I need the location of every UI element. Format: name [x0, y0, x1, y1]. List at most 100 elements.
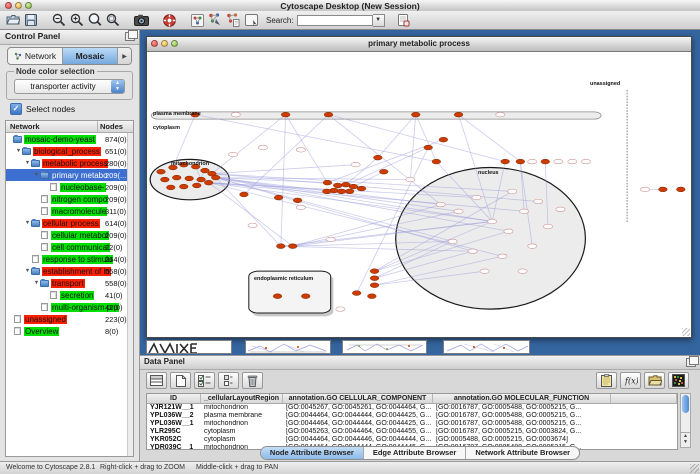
minimized-window-thumbnail[interactable]	[342, 340, 427, 354]
attribute-table[interactable]: ID_cellularLayoutRegionannotation.GO CEL…	[146, 393, 678, 450]
tab-node-attribute-browser[interactable]: Node Attribute Browser	[261, 447, 364, 459]
network-node-unselected[interactable]	[336, 307, 345, 311]
network-node-unselected[interactable]	[504, 229, 513, 233]
expander-icon[interactable]: ▼	[24, 220, 31, 226]
network-node[interactable]	[432, 159, 441, 164]
network-node[interactable]	[157, 169, 166, 174]
notepad-icon[interactable]	[596, 372, 617, 389]
select-attributes-icon[interactable]	[194, 372, 215, 389]
network-node-unselected[interactable]	[528, 244, 537, 248]
zoom-fit-icon[interactable]	[104, 12, 122, 28]
network-node[interactable]	[352, 291, 361, 296]
select-nodes-checkbox[interactable]: ✓	[10, 103, 22, 115]
new-attribute-icon[interactable]	[170, 372, 191, 389]
tab-overflow-arrow[interactable]: ▶	[118, 48, 131, 64]
import-folder-icon[interactable]	[644, 372, 665, 389]
network-node[interactable]	[357, 186, 366, 191]
network-node[interactable]	[516, 159, 525, 164]
scrollbar-thumb[interactable]	[682, 395, 689, 413]
network-node-unselected[interactable]	[508, 189, 517, 193]
network-node-unselected[interactable]	[248, 223, 257, 227]
network-node-unselected[interactable]	[543, 224, 552, 228]
network-node-unselected[interactable]	[480, 269, 489, 273]
network-node-unselected[interactable]	[554, 159, 563, 163]
network-node[interactable]	[172, 175, 181, 180]
expander-icon[interactable]: ▼	[15, 148, 22, 154]
network-node-unselected[interactable]	[518, 269, 527, 273]
network-node[interactable]	[323, 189, 332, 194]
network-node-unselected[interactable]	[472, 195, 481, 199]
search-dropdown-button[interactable]: ▼	[373, 14, 385, 27]
tree-scrollbar[interactable]	[127, 133, 133, 456]
network-node[interactable]	[179, 184, 188, 189]
zoom-out-icon[interactable]	[50, 12, 68, 28]
tree-item[interactable]: ▼primary metabo209(...	[6, 169, 128, 181]
float-panel-icon[interactable]	[686, 358, 696, 367]
network-node-unselected[interactable]	[231, 112, 240, 116]
network-node-unselected[interactable]	[258, 145, 267, 149]
network-node[interactable]	[293, 198, 302, 203]
network-node[interactable]	[281, 112, 290, 117]
overview-network-icon[interactable]	[188, 12, 206, 28]
tree-item[interactable]: ▼cellular process614(0)	[6, 217, 128, 229]
network-node[interactable]	[345, 189, 354, 194]
network-node[interactable]	[337, 189, 346, 194]
network-node[interactable]	[276, 244, 285, 249]
tree-item[interactable]: cell communicat22(0)	[6, 241, 128, 253]
matrix-heatmap-icon[interactable]	[668, 372, 689, 389]
tree-item[interactable]: nucleobase-209(0)	[6, 181, 128, 193]
expander-icon[interactable]: ▼	[33, 172, 40, 178]
network-node[interactable]	[541, 159, 550, 164]
expander-icon[interactable]: ▼	[24, 160, 31, 166]
network-node[interactable]	[333, 183, 342, 188]
expander-icon[interactable]: ▼	[33, 280, 40, 286]
network-node-unselected[interactable]	[351, 162, 360, 166]
network-node[interactable]	[240, 192, 249, 197]
network-node-unselected[interactable]	[326, 237, 335, 241]
column-layout-icon[interactable]	[218, 372, 239, 389]
network-node-unselected[interactable]	[556, 207, 565, 211]
network-node[interactable]	[676, 187, 685, 192]
network-node[interactable]	[379, 169, 388, 174]
network-node[interactable]	[424, 145, 433, 150]
network-node-unselected[interactable]	[406, 177, 415, 181]
network-node-unselected[interactable]	[436, 202, 445, 206]
network-node[interactable]	[197, 177, 206, 182]
minimized-window-thumbnail[interactable]	[245, 340, 331, 354]
network-node-unselected[interactable]	[296, 148, 305, 152]
window-resize-grip[interactable]	[682, 328, 690, 336]
network-node[interactable]	[439, 137, 448, 142]
network-node-unselected[interactable]	[296, 205, 305, 209]
network-node-unselected[interactable]	[640, 187, 649, 191]
tree-item[interactable]: Overview8(0)	[6, 325, 128, 337]
tree-item[interactable]: nitrogen compo209(0)	[6, 193, 128, 205]
network-window-titlebar[interactable]: primary metabolic process	[147, 37, 691, 52]
network-edge[interactable]	[459, 115, 521, 162]
network-node-unselected[interactable]	[581, 159, 590, 163]
network-node[interactable]	[288, 244, 297, 249]
network-node[interactable]	[368, 294, 377, 299]
open-folder-icon[interactable]	[4, 12, 22, 28]
tab-mosaic[interactable]: Mosaic	[63, 48, 118, 64]
network-node-unselected[interactable]	[488, 219, 497, 223]
tab-network[interactable]: Network	[8, 48, 63, 64]
network-node[interactable]	[501, 159, 510, 164]
network-node[interactable]	[323, 180, 332, 185]
filter-network-icon[interactable]	[224, 12, 242, 28]
network-edge[interactable]	[410, 115, 415, 180]
formula-icon[interactable]: f(x)	[620, 372, 641, 389]
column-header[interactable]: annotation.GO CELLULAR_COMPONENT	[283, 394, 433, 403]
network-node[interactable]	[160, 177, 169, 182]
network-node[interactable]	[274, 195, 283, 200]
tree-item[interactable]: mosaic-demo-yeast874(0)	[6, 133, 128, 145]
zoom-in-icon[interactable]	[68, 12, 86, 28]
network-edge[interactable]	[212, 115, 286, 174]
network-node[interactable]	[659, 187, 668, 192]
table-row[interactable]: YPL036W__1mitochondrion[GO:0044464, GO:0…	[147, 420, 677, 428]
column-header[interactable]: ID	[147, 394, 201, 403]
camera-snapshot-icon[interactable]	[132, 12, 150, 28]
column-header[interactable]: _cellularLayoutRegion	[201, 394, 283, 403]
tree-item[interactable]: ▼transport558(0)	[6, 277, 128, 289]
network-edge[interactable]	[346, 158, 378, 185]
tab-network-attribute-browser[interactable]: Network Attribute Browser	[466, 447, 579, 459]
